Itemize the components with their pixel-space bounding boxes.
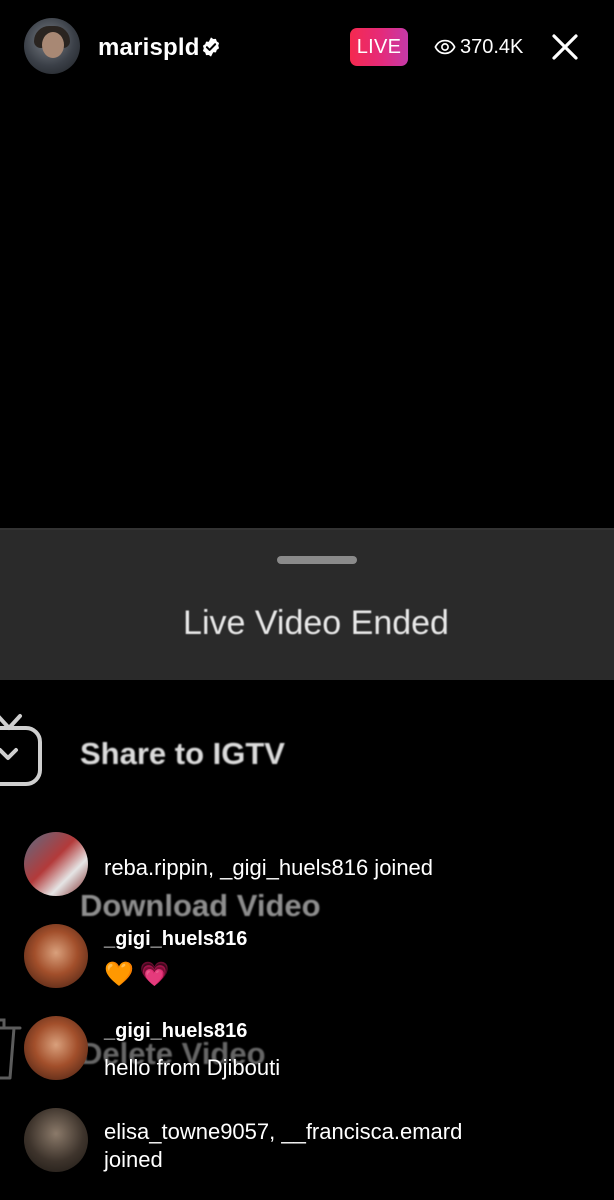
commenter-avatar[interactable]	[24, 1108, 88, 1172]
viewer-count: 370.4K	[460, 36, 524, 58]
commenter-avatar[interactable]	[24, 832, 88, 896]
comment-emojis: 🧡 💗	[104, 960, 176, 989]
commenter-username[interactable]: _gigi_huels816	[104, 1020, 247, 1043]
comment-item: reba.rippin, _gigi_huels816 joined	[0, 832, 614, 902]
eye-icon	[434, 39, 456, 55]
join-notice-text: reba.rippin, _gigi_huels816 joined	[104, 855, 434, 880]
live-badge: LIVE	[350, 28, 408, 66]
comment-item: _gigi_huels816 🧡 💗	[0, 924, 614, 994]
host-avatar[interactable]	[24, 18, 80, 74]
orange-heart-icon: 🧡	[104, 961, 134, 988]
comment-item: elisa_towne9057, __francisca.emard joine…	[0, 1108, 614, 1188]
commenter-avatar[interactable]	[24, 1016, 88, 1080]
host-username[interactable]: marispld	[98, 34, 200, 62]
sheet-drag-handle[interactable]	[277, 556, 357, 564]
igtv-icon	[0, 714, 42, 786]
comment-text: hello from Djibouti	[104, 1055, 281, 1080]
commenter-avatar[interactable]	[24, 924, 88, 988]
pink-heart-icon: 💗	[139, 961, 170, 988]
close-icon[interactable]	[548, 30, 582, 64]
share-to-igtv-label: Share to IGTV	[80, 736, 285, 771]
live-ended-sheet: Live Video Ended	[0, 528, 614, 680]
comment-item: _gigi_huels816 hello from Djibouti	[0, 1016, 614, 1086]
share-to-igtv-button[interactable]: Share to IGTV	[0, 700, 614, 786]
live-ended-title: Live Video Ended	[183, 604, 449, 642]
live-header: marispld LIVE 370.4K	[0, 0, 614, 96]
join-notice-text: elisa_towne9057, __francisca.emard joine…	[104, 1119, 463, 1172]
verified-badge-icon	[202, 37, 220, 57]
commenter-username[interactable]: _gigi_huels816	[104, 928, 247, 951]
